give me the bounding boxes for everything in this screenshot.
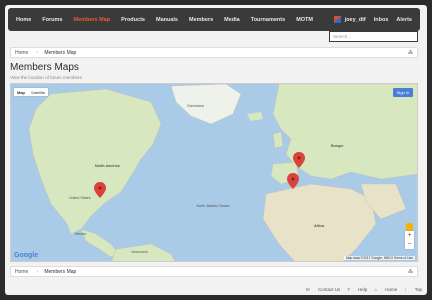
page-subtitle: View the location of forum members xyxy=(10,75,82,80)
breadcrumb-home[interactable]: Home xyxy=(15,269,28,275)
footer-contact-label: Contact Us xyxy=(317,287,341,292)
footer-home-label: Home xyxy=(385,287,398,292)
sign-in-label: Sign in xyxy=(396,90,409,95)
breadcrumb-separator-icon: › xyxy=(36,49,39,56)
sign-in-button[interactable]: Sign in xyxy=(392,88,413,97)
map-label-atlantic: North Atlantic Ocean xyxy=(196,204,230,208)
zoom-in-button[interactable]: + xyxy=(405,231,414,240)
sitemap-icon[interactable]: ⁂ xyxy=(408,269,413,275)
avatar[interactable] xyxy=(333,16,341,23)
footer-links: ✉ Contact Us ? Help ⌂ Home ↑ Top xyxy=(10,287,422,293)
map-attribution[interactable]: Map data ©2017 Google, INEGI Terms of Us… xyxy=(343,256,415,260)
map-label-united-states: United States xyxy=(69,196,91,200)
breadcrumb: Home › Members Map ⁂ xyxy=(10,47,418,58)
breadcrumb-bottom: Home › Members Map ⁂ xyxy=(10,266,418,277)
nav-tournaments[interactable]: Tournaments xyxy=(251,17,285,23)
map-label-africa: Africa xyxy=(314,224,325,228)
map-type-satellite-button[interactable]: Satellite xyxy=(28,88,48,96)
zoom-control: + − xyxy=(405,231,414,249)
footer-top[interactable]: ↑ Top xyxy=(404,287,422,293)
nav-manuals[interactable]: Manuals xyxy=(156,17,178,23)
map-label-venezuela: Venezuela xyxy=(131,250,148,254)
user-nav: joey_dtf Inbox Alerts xyxy=(333,16,412,23)
footer-help-label: Help xyxy=(357,287,368,292)
map-marker-europe-south[interactable] xyxy=(287,173,299,189)
breadcrumb-current[interactable]: Members Map xyxy=(44,50,76,56)
inbox-link[interactable]: Inbox xyxy=(374,17,389,23)
nav-members[interactable]: Members xyxy=(189,17,213,23)
breadcrumb-separator-icon: › xyxy=(36,268,39,275)
breadcrumb-home[interactable]: Home xyxy=(15,50,28,56)
breadcrumb-current[interactable]: Members Map xyxy=(44,269,76,275)
nav-home[interactable]: Home xyxy=(16,17,31,23)
page-title: Members Maps xyxy=(10,62,79,73)
nav-motm[interactable]: MOTM xyxy=(296,17,313,23)
google-logo: Google xyxy=(14,252,39,259)
members-map[interactable]: Greenland North America United States Me… xyxy=(10,83,418,262)
footer-help[interactable]: ? Help xyxy=(347,287,367,293)
footer-home[interactable]: ⌂ Home xyxy=(374,287,397,293)
nav-forums[interactable]: Forums xyxy=(42,17,62,23)
nav-media[interactable]: Media xyxy=(224,17,240,23)
map-type-map-button[interactable]: Map xyxy=(14,88,28,96)
footer-contact[interactable]: ✉ Contact Us xyxy=(306,287,340,293)
top-navbar: Home Forums Members Map Products Manuals… xyxy=(8,8,420,31)
map-label-greenland: Greenland xyxy=(187,104,204,108)
map-type-control: Map Satellite xyxy=(14,88,49,96)
sitemap-icon[interactable]: ⁂ xyxy=(408,50,413,56)
footer-top-label: Top xyxy=(414,287,422,292)
user-name-link[interactable]: joey_dtf xyxy=(345,17,366,23)
alerts-link[interactable]: Alerts xyxy=(396,17,412,23)
nav-members-map[interactable]: Members Map xyxy=(73,17,110,23)
map-label-mexico: Mexico xyxy=(75,232,87,236)
search-input[interactable]: Search... xyxy=(329,31,418,42)
map-land-layer xyxy=(28,84,417,261)
nav-products[interactable]: Products xyxy=(121,17,145,23)
map-label-europe: Europe xyxy=(331,144,344,148)
map-label-north-america: North America xyxy=(95,164,120,168)
pegman-icon[interactable] xyxy=(406,223,413,231)
zoom-out-button[interactable]: − xyxy=(405,240,414,249)
